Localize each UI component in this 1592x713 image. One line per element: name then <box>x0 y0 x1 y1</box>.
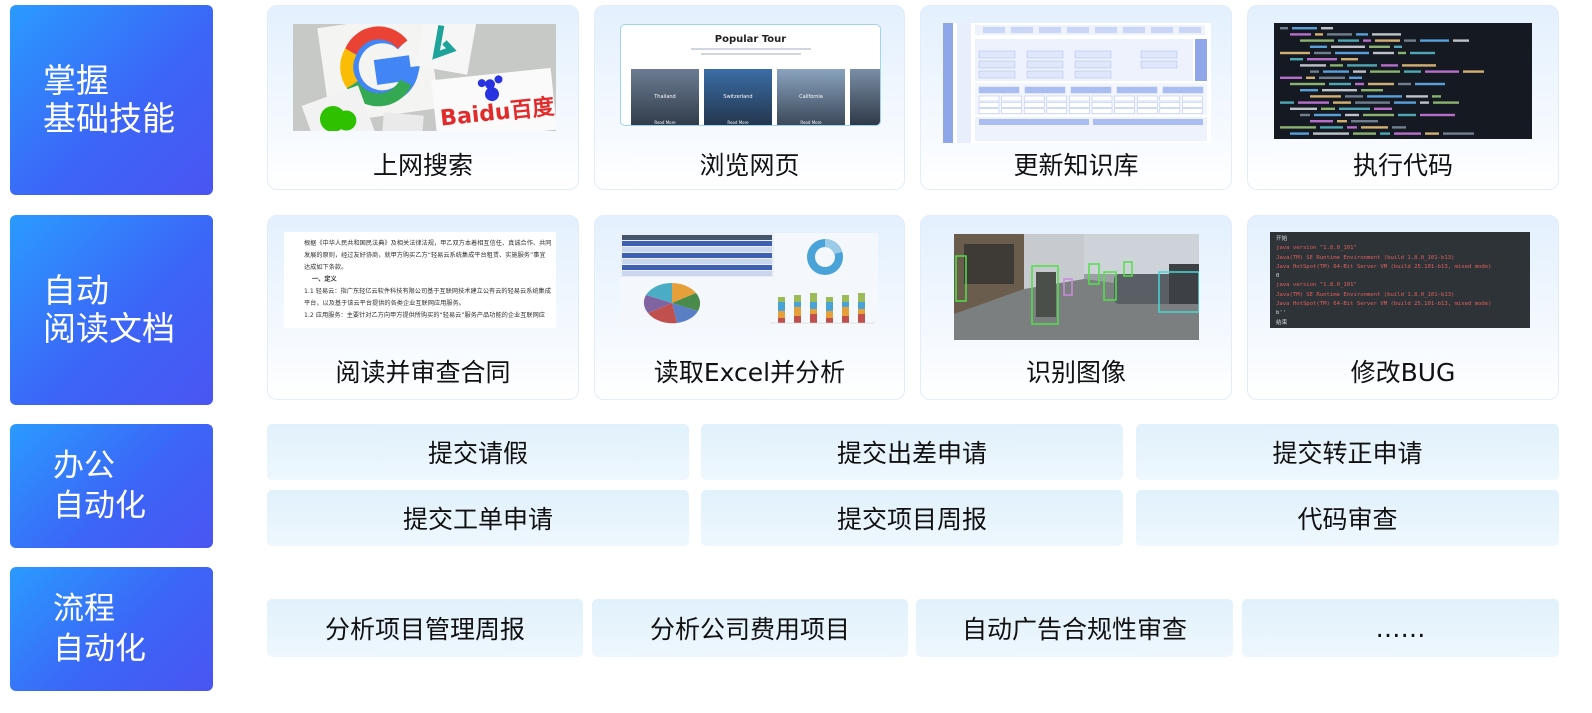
tour-card <box>850 69 880 125</box>
task-submit-work-order[interactable]: 提交工单申请 <box>267 490 689 546</box>
console-line: Java(TM) SE Runtime Environment (build 1… <box>1276 254 1455 261</box>
task-analyze-project-report[interactable]: 分析项目管理周报 <box>267 599 583 657</box>
tour-card: Thailand Read More <box>631 69 699 125</box>
web-page-title: Popular Tour <box>714 34 787 45</box>
card-label: 阅读并审查合同 <box>335 358 511 387</box>
category-line2: 基础技能 <box>43 99 175 138</box>
task-submit-leave[interactable]: 提交请假 <box>267 424 689 480</box>
console-line: java version "1.8.0_101" <box>1276 282 1357 289</box>
category-line1: 办公 <box>53 448 115 484</box>
card-image-recognition[interactable]: 识别图像 <box>920 215 1232 400</box>
code-screen-image <box>1274 23 1532 139</box>
category-office-automation: 办公 自动化 <box>10 424 213 548</box>
web-page-image: Popular Tour Thailand Read More Switzerl… <box>620 24 881 126</box>
card-fix-bug[interactable]: 开始 java version "1.8.0_101" Java(TM) SE Ru… <box>1247 215 1559 400</box>
category-line2: 阅读文档 <box>43 309 175 348</box>
task-analyze-company-expenses[interactable]: 分析公司费用项目 <box>592 599 908 657</box>
knowledge-architecture-image <box>943 23 1211 143</box>
console-line: 0 <box>1276 273 1280 280</box>
console-line: java version "1.8.0_101" <box>1276 245 1357 252</box>
card-label: 浏览网页 <box>699 151 800 180</box>
task-submit-regularization[interactable]: 提交转正申请 <box>1136 424 1559 480</box>
card-read-excel[interactable]: 读取Excel并分析 <box>594 215 905 400</box>
category-line2: 自动化 <box>53 488 146 524</box>
category-auto-read-docs: 自动 阅读文档 <box>10 215 213 405</box>
task-submit-business-trip[interactable]: 提交出差申请 <box>701 424 1123 480</box>
category-line1: 自动 <box>43 271 109 310</box>
street-detection-image <box>954 234 1199 340</box>
category-line1: 流程 <box>53 591 115 627</box>
task-submit-weekly-report[interactable]: 提交项目周报 <box>701 490 1123 546</box>
search-engines-image: Baidu百度 <box>293 24 556 131</box>
category-line2: 自动化 <box>53 631 146 667</box>
card-label: 读取Excel并分析 <box>653 358 846 387</box>
console-line: Java(TM) SE Runtime Environment (build 1… <box>1276 291 1455 298</box>
task-code-review[interactable]: 代码审查 <box>1136 490 1559 546</box>
excel-analysis-image <box>620 233 878 329</box>
card-label: 修改BUG <box>1350 358 1456 387</box>
task-ad-compliance-review[interactable]: 自动广告合规性审查 <box>916 599 1233 657</box>
console-line: 结束 <box>1276 319 1288 326</box>
category-line1: 掌握 <box>43 61 109 100</box>
card-update-knowledge-base[interactable]: 更新知识库 <box>920 5 1232 190</box>
card-web-search[interactable]: Baidu百度 上网搜索 <box>267 5 579 190</box>
card-read-contract[interactable]: 根据《中华人民共和国民法典》及相关法律法规，甲乙双方本着相互信任、真诚合作、共同… <box>267 215 579 400</box>
console-line: b'' <box>1276 310 1287 317</box>
tour-card: Switzerland Read More <box>704 69 772 125</box>
console-line: Java HotSpot(TM) 64-Bit Server VM (build… <box>1276 263 1492 270</box>
card-label: 执行代码 <box>1352 151 1453 180</box>
card-execute-code[interactable]: 执行代码 <box>1247 5 1559 190</box>
card-label: 识别图像 <box>1025 358 1126 387</box>
card-label: 更新知识库 <box>1013 151 1139 180</box>
card-label: 上网搜索 <box>372 151 473 180</box>
card-browse-web[interactable]: Popular Tour Thailand Read More Switzerl… <box>594 5 905 190</box>
category-process-automation: 流程 自动化 <box>10 567 213 691</box>
contract-text: 根据《中华人民共和国民法典》及相关法律法规，甲乙双方本着相互信任、真诚合作、共同… <box>304 240 552 319</box>
category-basic-skills: 掌握 基础技能 <box>10 5 213 195</box>
task-more[interactable]: …… <box>1242 599 1559 657</box>
console-line: 开始 <box>1276 236 1288 242</box>
console-output-image: 开始 java version "1.8.0_101" Java(TM) SE Ru… <box>1270 232 1530 328</box>
console-line: Java HotSpot(TM) 64-Bit Server VM (build… <box>1276 301 1492 308</box>
tour-card: California Read More <box>777 69 845 125</box>
contract-document-image: 根据《中华人民共和国民法典》及相关法律法规，甲乙双方本着相互信任、真诚合作、共同… <box>284 232 556 328</box>
